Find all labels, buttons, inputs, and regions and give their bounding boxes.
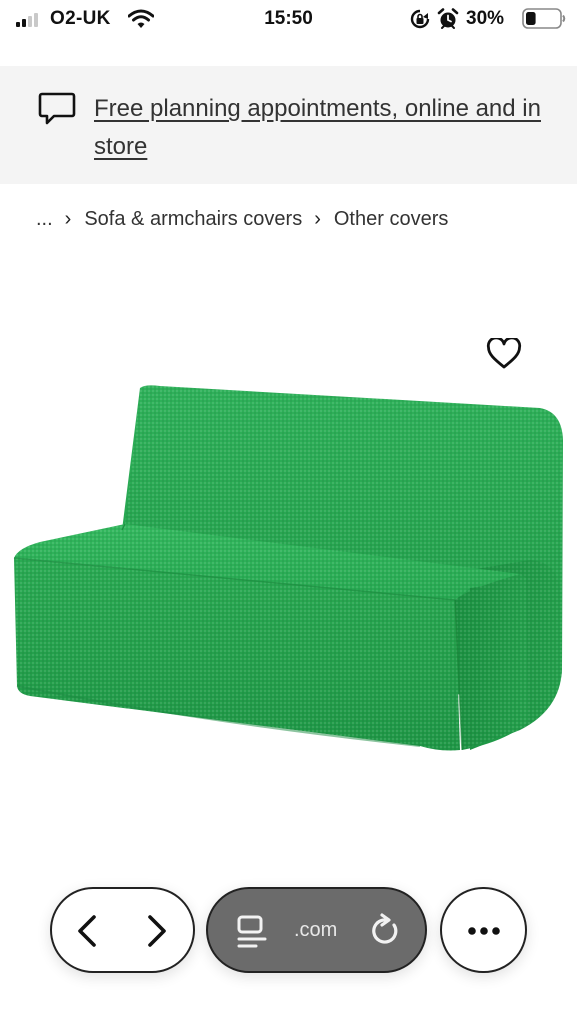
promo-banner: Free planning appointments, online and i… — [0, 66, 577, 184]
breadcrumb-ellipsis[interactable]: ... — [36, 208, 53, 231]
planning-appointments-link[interactable]: Free planning appointments, online and i… — [94, 90, 544, 166]
chevron-left-icon[interactable] — [72, 911, 102, 951]
rotation-lock-icon — [410, 9, 430, 29]
chat-bubble-icon — [38, 92, 76, 125]
breadcrumb-separator: › — [314, 208, 321, 230]
url-text: .com — [294, 919, 338, 941]
navigation-pill — [50, 887, 195, 973]
breadcrumb-sofa-armchair-covers[interactable]: Sofa & armchairs covers — [84, 208, 302, 231]
breadcrumb: ... › Sofa & armchairs covers › Other co… — [36, 208, 448, 231]
breadcrumb-separator: › — [64, 208, 72, 230]
reload-icon[interactable] — [368, 913, 402, 949]
sofa-cover — [13, 385, 563, 751]
address-bar[interactable]: .com — [206, 887, 427, 973]
heart-icon[interactable] — [486, 338, 522, 370]
alarm-icon — [437, 8, 459, 29]
battery-icon — [522, 8, 566, 29]
more-icon — [468, 927, 500, 935]
product-image[interactable] — [0, 370, 577, 770]
status-bar: O2-UK 15:50 30% — [0, 0, 577, 40]
reader-mode-icon[interactable] — [236, 915, 268, 949]
breadcrumb-other-covers[interactable]: Other covers — [334, 208, 448, 231]
chevron-right-icon[interactable] — [142, 911, 172, 951]
battery-percent: 30% — [466, 8, 505, 29]
more-button[interactable] — [440, 887, 527, 973]
